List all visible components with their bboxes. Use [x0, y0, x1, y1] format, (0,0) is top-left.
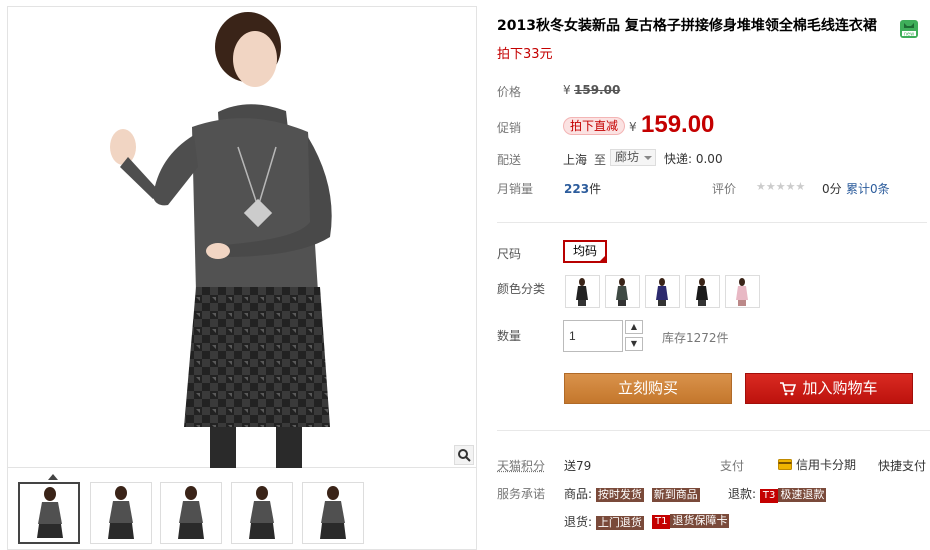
svg-text:new: new	[904, 32, 914, 38]
quantity-decrease-button[interactable]: ▼	[625, 337, 643, 351]
goods-label: 商品:	[564, 487, 593, 501]
home-pickup-badge: 上门退货	[595, 516, 644, 530]
service-promise-label: 服务承诺	[497, 487, 546, 501]
thumbnail-3[interactable]	[160, 482, 222, 544]
credit-installment-label: 信用卡分期	[796, 458, 857, 472]
return-promise: 退货: 上门退货	[564, 513, 644, 530]
color-option-3[interactable]	[645, 275, 680, 308]
tmall-points-label[interactable]: 天猫积分	[497, 457, 545, 474]
shipping-fee: 快递: 0.00	[664, 152, 723, 166]
rating-stars-icon: ★★★★★	[756, 180, 806, 193]
chevron-down-icon	[644, 156, 652, 160]
color-option-2[interactable]	[605, 275, 640, 308]
add-to-cart-button[interactable]: 加入购物车	[745, 373, 913, 404]
quick-pay: 快捷支付	[878, 459, 927, 473]
add-to-cart-label: 加入购物车	[802, 379, 878, 397]
payment-label: 支付	[720, 459, 745, 473]
new-goods-badge: 新到商品	[651, 488, 700, 502]
price-label: 价格	[497, 85, 522, 99]
main-image-viewer[interactable]	[7, 6, 477, 468]
thumbnail-1[interactable]	[18, 482, 80, 544]
new-badge-icon: new	[900, 20, 918, 38]
quantity-increase-button[interactable]: ▲	[625, 320, 643, 334]
promo-currency: ¥	[629, 120, 637, 134]
thumbnail-2[interactable]	[90, 482, 152, 544]
color-label: 颜色分类	[497, 282, 546, 296]
delivery-from: 上海	[563, 153, 588, 167]
quantity-input[interactable]	[563, 320, 623, 352]
credit-installment[interactable]: 信用卡分期	[778, 456, 856, 473]
thumbnail-4[interactable]	[231, 482, 293, 544]
credit-card-icon	[778, 459, 792, 470]
zoom-icon[interactable]	[454, 445, 474, 465]
size-option-selected[interactable]: 均码	[563, 240, 607, 263]
points-text: 送79	[564, 459, 592, 473]
refund-promise: 退款: T3 极速退款	[728, 485, 827, 503]
color-option-1[interactable]	[565, 275, 600, 308]
product-title: 2013秋冬女装新品 复古格子拼接修身堆堆领全棉毛线连衣裙	[497, 18, 877, 34]
monthly-sales: 223件	[564, 180, 601, 197]
return-label: 退货:	[564, 515, 593, 529]
original-price: 159.00	[574, 83, 621, 97]
stock-count: 库存1272件	[662, 331, 729, 345]
thumbnail-5[interactable]	[302, 482, 364, 544]
buy-now-button[interactable]: 立刻购买	[564, 373, 732, 404]
promo-tag: 拍下直减	[563, 117, 626, 135]
review-count-link[interactable]: 累计0条	[846, 180, 890, 197]
divider	[497, 222, 927, 223]
size-label: 尺码	[497, 247, 522, 261]
product-photo	[110, 12, 332, 468]
destination-select[interactable]: 廊坊	[610, 149, 656, 166]
refund-level-badge: T3	[759, 489, 779, 503]
delivery-label: 配送	[497, 153, 522, 167]
product-subtitle: 拍下33元	[497, 47, 553, 62]
return-card-badge: 退货保障卡	[670, 514, 730, 528]
monthly-sales-label: 月销量	[497, 182, 534, 196]
sales-count: 223	[564, 182, 590, 196]
tmall-points-value: 送79	[564, 457, 591, 474]
check-corner-icon	[598, 254, 607, 263]
color-option-5[interactable]	[725, 275, 760, 308]
rating-score: 0分	[822, 182, 842, 196]
on-time-delivery-badge: 按时发货	[595, 488, 644, 502]
product-page: 2013秋冬女装新品 复古格子拼接修身堆堆领全棉毛线连衣裙 new 拍下33元 …	[0, 0, 930, 550]
delivery-to-word: 至	[594, 153, 607, 167]
sales-unit: 件	[589, 182, 602, 196]
fast-refund-badge: 极速退款	[778, 488, 827, 502]
rating-label: 评价	[712, 182, 737, 196]
promo-price: 159.00	[641, 111, 715, 138]
divider	[497, 430, 930, 431]
currency-symbol: ¥	[563, 83, 571, 97]
destination-value: 廊坊	[615, 150, 640, 164]
return-guarantee: T1 退货保障卡	[652, 513, 730, 529]
return-level-badge: T1	[652, 515, 671, 529]
cart-icon	[780, 382, 797, 396]
color-option-4[interactable]	[685, 275, 720, 308]
quantity-label: 数量	[497, 329, 522, 343]
thumbnail-strip	[7, 468, 477, 550]
size-option-label: 均码	[572, 244, 597, 258]
thumbnail-pointer	[48, 474, 58, 480]
goods-promise: 商品: 按时发货 新到商品	[564, 485, 700, 502]
refund-label: 退款:	[728, 487, 757, 501]
promo-label: 促销	[497, 121, 522, 135]
